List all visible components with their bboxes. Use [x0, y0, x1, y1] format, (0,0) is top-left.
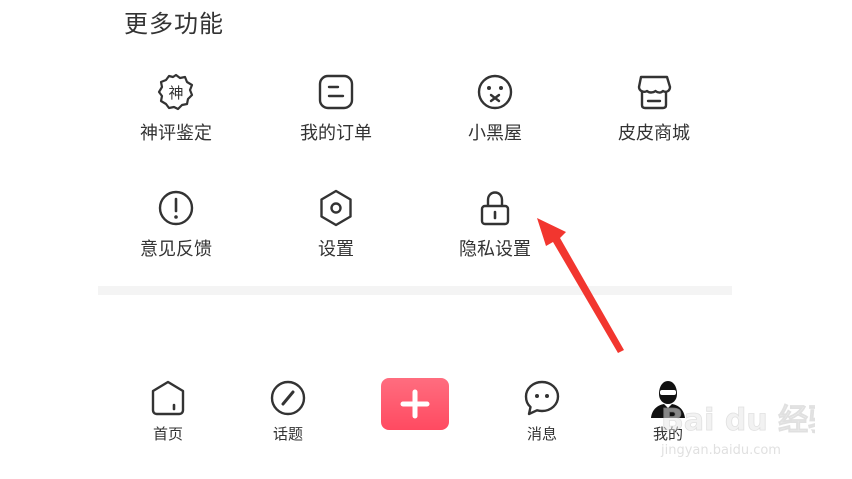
tab-label: 话题 [272, 425, 303, 443]
hexagon-settings-icon [320, 189, 352, 227]
compass-icon [270, 380, 306, 416]
tab-label: 首页 [152, 425, 183, 443]
feature-shen-ping-jian-ding[interactable]: 神 神评鉴定 [106, 72, 246, 152]
feature-pipi-shop[interactable]: 皮皮商城 [584, 72, 724, 152]
shen-badge-icon: 神 [157, 73, 194, 111]
feature-label: 我的订单 [300, 123, 372, 144]
feature-label: 意见反馈 [140, 239, 212, 260]
section-title: 更多功能 [124, 10, 224, 38]
tab-label: 我的 [652, 425, 683, 443]
tab-messages[interactable]: 消息 [502, 378, 582, 448]
sealed-face-icon [477, 74, 513, 110]
avatar-icon [651, 381, 685, 418]
more-features-page: 更多功能 神 神评鉴定 我的订单 小黑屋 皮皮商城 意见反馈 设置 隐私设置 首… [0, 0, 852, 479]
tab-me[interactable]: 我的 [628, 378, 708, 448]
tab-topics[interactable]: 话题 [248, 378, 328, 448]
feature-label: 神评鉴定 [140, 123, 212, 144]
home-icon [151, 380, 185, 416]
add-post-button[interactable] [381, 378, 449, 430]
shop-icon [637, 75, 672, 110]
exclamation-icon [158, 190, 194, 226]
feature-label: 小黑屋 [468, 123, 522, 144]
section-divider [98, 286, 732, 295]
feature-my-orders[interactable]: 我的订单 [266, 72, 406, 152]
shen-badge-glyph: 神 [168, 84, 183, 102]
plus-icon [400, 389, 430, 419]
feature-little-black-room[interactable]: 小黑屋 [425, 72, 565, 152]
feature-label: 皮皮商城 [618, 123, 690, 144]
chat-bubble-icon [524, 380, 560, 416]
feature-feedback[interactable]: 意见反馈 [106, 188, 246, 268]
feature-label: 隐私设置 [459, 239, 531, 260]
order-icon [318, 74, 354, 110]
feature-settings[interactable]: 设置 [266, 188, 406, 268]
tab-home[interactable]: 首页 [128, 378, 208, 448]
lock-icon [480, 191, 510, 226]
tab-label: 消息 [526, 425, 557, 443]
feature-label: 设置 [318, 239, 354, 260]
feature-privacy-settings[interactable]: 隐私设置 [425, 188, 565, 268]
